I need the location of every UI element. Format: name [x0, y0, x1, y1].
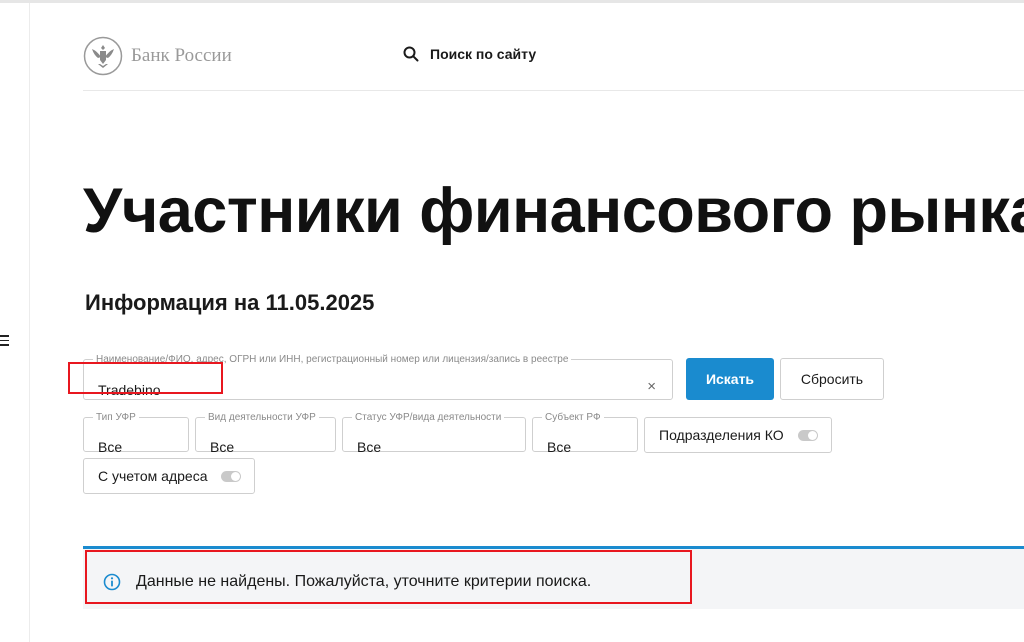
header-divider — [83, 90, 1024, 91]
left-side-panel — [0, 3, 30, 642]
filter-activity-type-legend: Вид деятельности УФР — [208, 412, 316, 423]
filter-region-legend: Субъект РФ — [545, 412, 601, 423]
filter-status-legend: Статус УФР/вида деятельности — [355, 412, 502, 423]
filter-status-value: Все — [357, 439, 382, 455]
search-query-field[interactable]: Наименование/ФИО, адрес, ОГРН или ИНН, р… — [83, 354, 673, 400]
filter-ufr-type-value: Все — [98, 439, 123, 455]
filter-region-value: Все — [547, 439, 572, 455]
info-icon — [103, 573, 121, 591]
toggle-address-label: С учетом адреса — [98, 468, 208, 484]
search-label: Поиск по сайту — [430, 46, 537, 62]
search-query-legend: Наименование/ФИО, адрес, ОГРН или ИНН, р… — [96, 354, 569, 365]
search-query-value[interactable]: Tradebino — [98, 382, 161, 398]
bank-logo[interactable]: Банк России — [83, 36, 232, 76]
no-results-alert: Данные не найдены. Пожалуйста, уточните … — [83, 546, 1024, 609]
site-search-link[interactable]: Поиск по сайту — [403, 46, 536, 62]
reset-button[interactable]: Сбросить — [780, 358, 884, 400]
filter-ufr-type-legend: Тип УФР — [96, 412, 136, 423]
menu-icon[interactable] — [0, 335, 9, 349]
filter-region[interactable]: Субъект РФ Все — [532, 412, 638, 455]
filter-ufr-type[interactable]: Тип УФР Все — [83, 412, 189, 455]
search-icon — [403, 46, 419, 62]
toggle-address[interactable]: С учетом адреса — [83, 458, 255, 494]
eagle-emblem-icon — [83, 36, 123, 76]
info-date-heading: Информация на 11.05.2025 — [85, 290, 375, 315]
toggle-ko-divisions[interactable]: Подразделения КО — [644, 417, 832, 453]
search-button[interactable]: Искать — [686, 358, 774, 400]
toggle-ko-divisions-label: Подразделения КО — [659, 427, 784, 443]
page-title: Участники финансового рынка — [83, 176, 1024, 246]
filter-activity-type[interactable]: Вид деятельности УФР Все — [195, 412, 336, 455]
toggle-switch[interactable] — [797, 429, 818, 441]
alert-message: Данные не найдены. Пожалуйста, уточните … — [136, 573, 592, 590]
browser-top-edge — [0, 0, 1024, 3]
filter-activity-type-value: Все — [210, 439, 235, 455]
filter-status[interactable]: Статус УФР/вида деятельности Все — [342, 412, 526, 455]
logo-text: Банк России — [131, 45, 232, 66]
toggle-switch[interactable] — [221, 470, 242, 482]
clear-icon[interactable]: × — [647, 378, 656, 395]
